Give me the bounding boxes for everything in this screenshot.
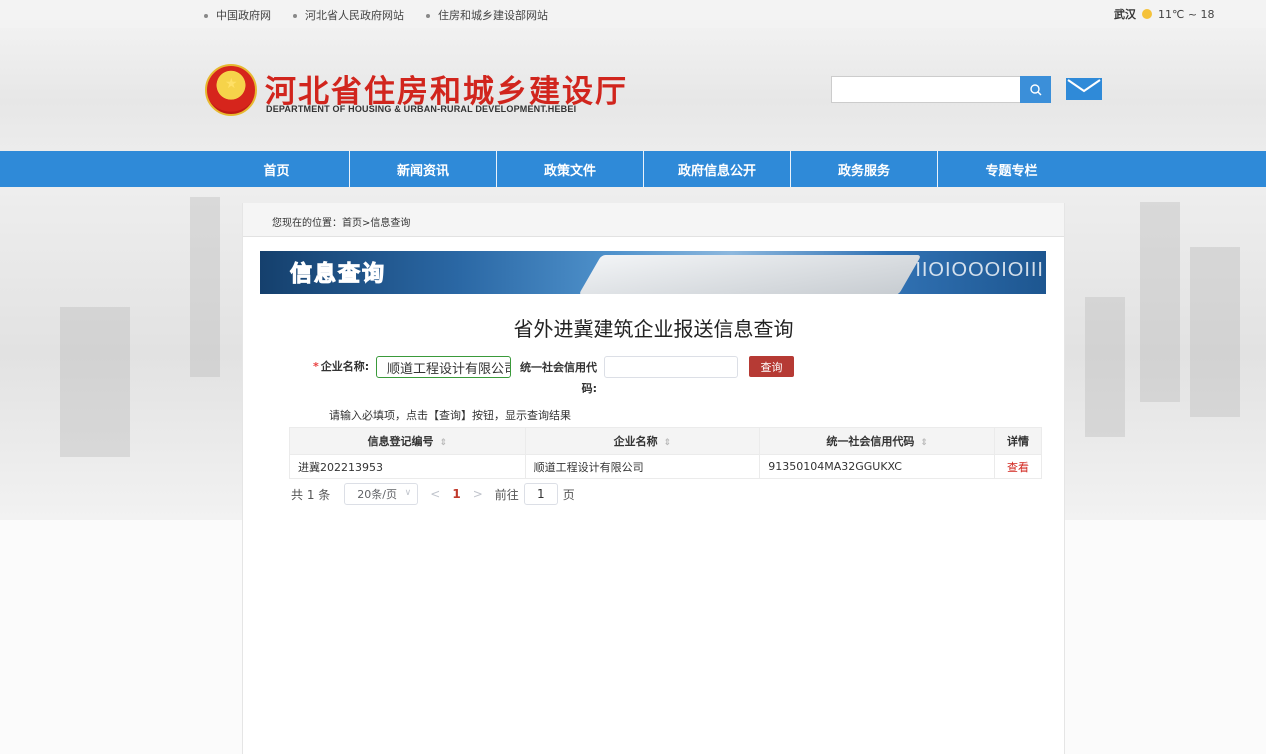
nav-policy[interactable]: 政策文件: [497, 151, 644, 187]
nav-services[interactable]: 政务服务: [791, 151, 938, 187]
mail-icon[interactable]: [1066, 78, 1102, 100]
column-header-reg-no[interactable]: 信息登记编号 ⇕: [289, 427, 526, 455]
nav-news[interactable]: 新闻资讯: [350, 151, 497, 187]
nav-gov-info[interactable]: 政府信息公开: [644, 151, 791, 187]
cell-credit-code: 91350104MA32GGUKXC: [759, 454, 996, 479]
next-page-icon[interactable]: >: [473, 487, 483, 501]
top-link-mohurd[interactable]: 住房和城乡建设部网站: [426, 7, 548, 23]
goto-page-input[interactable]: 1: [523, 483, 558, 505]
top-link-hebei[interactable]: 河北省人民政府网站: [293, 7, 404, 23]
query-hint: 请输入必填项，点击【查询】按钮，显示查询结果: [329, 409, 571, 422]
column-header-code[interactable]: 统一社会信用代码 ⇕: [759, 427, 996, 455]
content-panel: 您现在的位置：首页>信息查询 信息查询 IIOIOOOIOIII 省外进冀建筑企…: [242, 203, 1065, 754]
breadcrumb-bar: 您现在的位置：首页>信息查询: [243, 203, 1064, 237]
banner-binary: IIOIOOOIOIII: [915, 259, 1044, 281]
goto-label: 前往: [494, 487, 519, 502]
main-nav: 首页 新闻资讯 政策文件 政府信息公开 政务服务 专题专栏: [0, 151, 1266, 187]
top-links: 中国政府网 河北省人民政府网站 住房和城乡建设部网站: [204, 7, 548, 23]
credit-code-label: 统一社会信用代码:: [520, 361, 597, 395]
banner-title: 信息查询: [289, 262, 387, 288]
results-table: 信息登记编号 ⇕ 企业名称 ⇕ 统一社会信用代码 ⇕ 详情 进冀202213953 顺…: [289, 427, 1042, 479]
company-name-label: * 企业名称:: [313, 360, 370, 373]
query-button[interactable]: 查询: [749, 356, 794, 377]
sort-icon[interactable]: ⇕: [920, 438, 928, 448]
goto-suffix: 页: [562, 487, 575, 502]
weather-city: 武汉: [1114, 8, 1136, 21]
company-name-input[interactable]: 顺道工程设计有限公司: [376, 356, 511, 378]
search-icon: [1029, 83, 1041, 95]
info-query-banner: 信息查询 IIOIOOOIOIII: [260, 251, 1046, 294]
search-button[interactable]: [1020, 76, 1051, 103]
laptop-image: [578, 255, 922, 294]
cell-company-name: 顺道工程设计有限公司: [524, 454, 761, 479]
page-title: 省外进冀建筑企业报送信息查询: [513, 317, 794, 341]
sun-icon: [1142, 9, 1152, 19]
top-link-gov[interactable]: 中国政府网: [204, 7, 271, 23]
weather-temp: 11℃ ~ 18: [1158, 7, 1215, 21]
cell-reg-no: 进冀202213953: [289, 454, 526, 479]
nav-home[interactable]: 首页: [204, 151, 350, 187]
prev-page-icon[interactable]: <: [430, 487, 440, 501]
current-page[interactable]: 1: [452, 487, 460, 501]
required-star: *: [313, 360, 319, 373]
column-header-details: 详情: [994, 427, 1042, 455]
table-row: 进冀202213953 顺道工程设计有限公司 91350104MA32GGUKX…: [289, 454, 1042, 479]
credit-code-input[interactable]: [604, 356, 738, 378]
search-input[interactable]: [831, 76, 1021, 103]
pagination: 共 1 条 20条/页 ∨ < 1 > 前往 1 页: [291, 483, 575, 505]
sort-icon[interactable]: ⇕: [440, 438, 448, 448]
national-emblem-logo: ★: [205, 64, 257, 116]
breadcrumb: 您现在的位置：首页>信息查询: [272, 218, 411, 229]
weather-widget: 武汉 11℃ ~ 18: [1114, 6, 1215, 22]
total-count: 共 1 条: [291, 487, 331, 502]
nav-topics[interactable]: 专题专栏: [938, 151, 1085, 187]
chevron-down-icon: ∨: [404, 488, 412, 498]
site-subtitle: DEPARTMENT OF HOUSING & URBAN-RURAL DEVE…: [266, 104, 577, 114]
top-bar: 中国政府网 河北省人民政府网站 住房和城乡建设部网站 武汉 11℃ ~ 18: [0, 0, 1266, 28]
page-size-select[interactable]: 20条/页 ∨: [344, 483, 419, 505]
site-header: ★ 河北省住房和城乡建设厅 DEPARTMENT OF HOUSING & UR…: [0, 28, 1266, 151]
column-header-name[interactable]: 企业名称 ⇕: [524, 427, 761, 455]
view-details-link[interactable]: 查看: [994, 454, 1042, 479]
sort-icon[interactable]: ⇕: [664, 438, 672, 448]
